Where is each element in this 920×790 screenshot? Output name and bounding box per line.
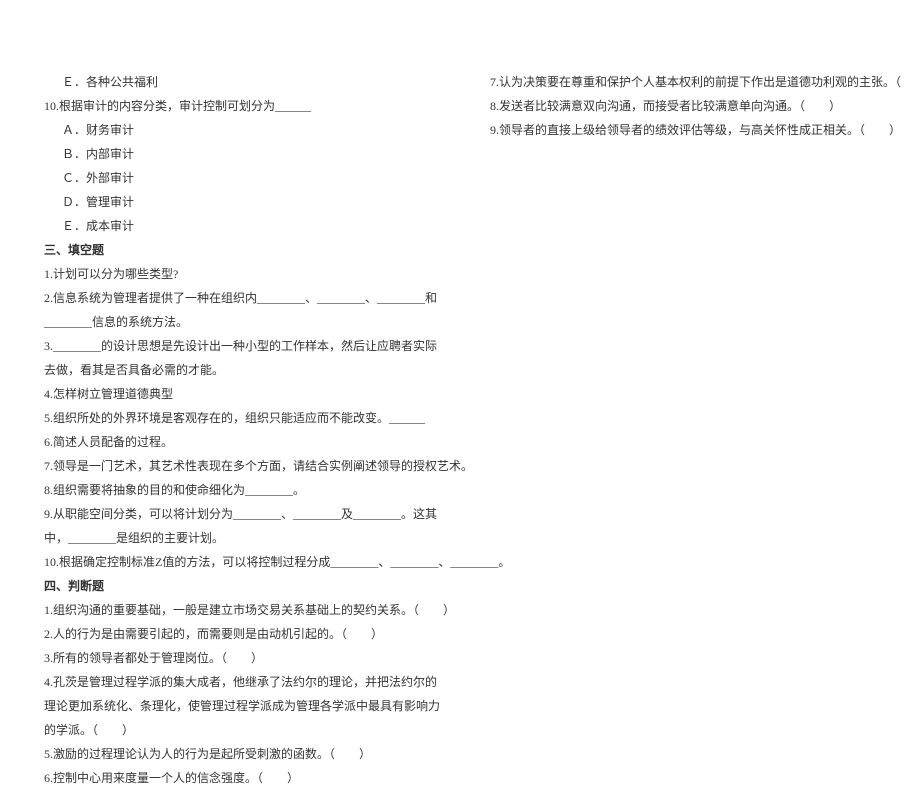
- q10-option-c: Ｃ．外部审计: [30, 166, 440, 190]
- q10-option-d: Ｄ．管理审计: [30, 190, 440, 214]
- q10-stem: 10.根据审计的内容分类，审计控制可划分为______: [30, 94, 440, 118]
- fill-q1: 1.计划可以分为哪些类型?: [30, 262, 440, 286]
- fill-q9: 9.从职能空间分类，可以将计划分为________、________及_____…: [30, 502, 440, 550]
- judge-q2: 2.人的行为是由需要引起的，而需要则是由动机引起的。（ ）: [30, 622, 440, 646]
- q10-option-a: Ａ．财务审计: [30, 118, 440, 142]
- judge-q1: 1.组织沟通的重要基础，一般是建立市场交易关系基础上的契约关系。（ ）: [30, 598, 440, 622]
- fill-q10: 10.根据确定控制标准Z值的方法，可以将控制过程分成________、_____…: [30, 550, 440, 574]
- fill-q8: 8.组织需要将抽象的目的和使命细化为________。: [30, 478, 440, 502]
- fill-q6: 6.简述人员配备的过程。: [30, 430, 440, 454]
- judge-q3: 3.所有的领导者都处于管理岗位。（ ）: [30, 646, 440, 670]
- fill-q3: 3.________的设计思想是先设计出一种小型的工作样本，然后让应聘者实际去做…: [30, 334, 440, 382]
- judge-q8: 8.发送者比较满意双向沟通，而接受者比较满意单向沟通。（ ）: [490, 94, 890, 118]
- q9-option-e: Ｅ．各种公共福利: [30, 70, 440, 94]
- fill-q7: 7.领导是一门艺术，其艺术性表现在多个方面，请结合实例阐述领导的授权艺术。: [30, 454, 440, 478]
- section3-title: 三、填空题: [30, 238, 440, 262]
- judge-q4: 4.孔茨是管理过程学派的集大成者，他继承了法约尔的理论，并把法约尔的理论更加系统…: [30, 670, 440, 742]
- q10-option-b: Ｂ．内部审计: [30, 142, 440, 166]
- section4-title: 四、判断题: [30, 574, 440, 598]
- judge-q9: 9.领导者的直接上级给领导者的绩效评估等级，与高关怀性成正相关。（ ）: [490, 118, 890, 142]
- judge-q5: 5.激励的过程理论认为人的行为是起所受刺激的函数。（ ）: [30, 742, 440, 766]
- judge-q6: 6.控制中心用来度量一个人的信念强度。（ ）: [30, 766, 440, 790]
- fill-q5: 5.组织所处的外界环境是客观存在的，组织只能适应而不能改变。______: [30, 406, 440, 430]
- fill-q4: 4.怎样树立管理道德典型: [30, 382, 440, 406]
- fill-q2: 2.信息系统为管理者提供了一种在组织内________、________、___…: [30, 286, 440, 334]
- q10-option-e: Ｅ．成本审计: [30, 214, 440, 238]
- judge-q7: 7.认为决策要在尊重和保护个人基本权利的前提下作出是道德功利观的主张。（ ）: [490, 70, 890, 94]
